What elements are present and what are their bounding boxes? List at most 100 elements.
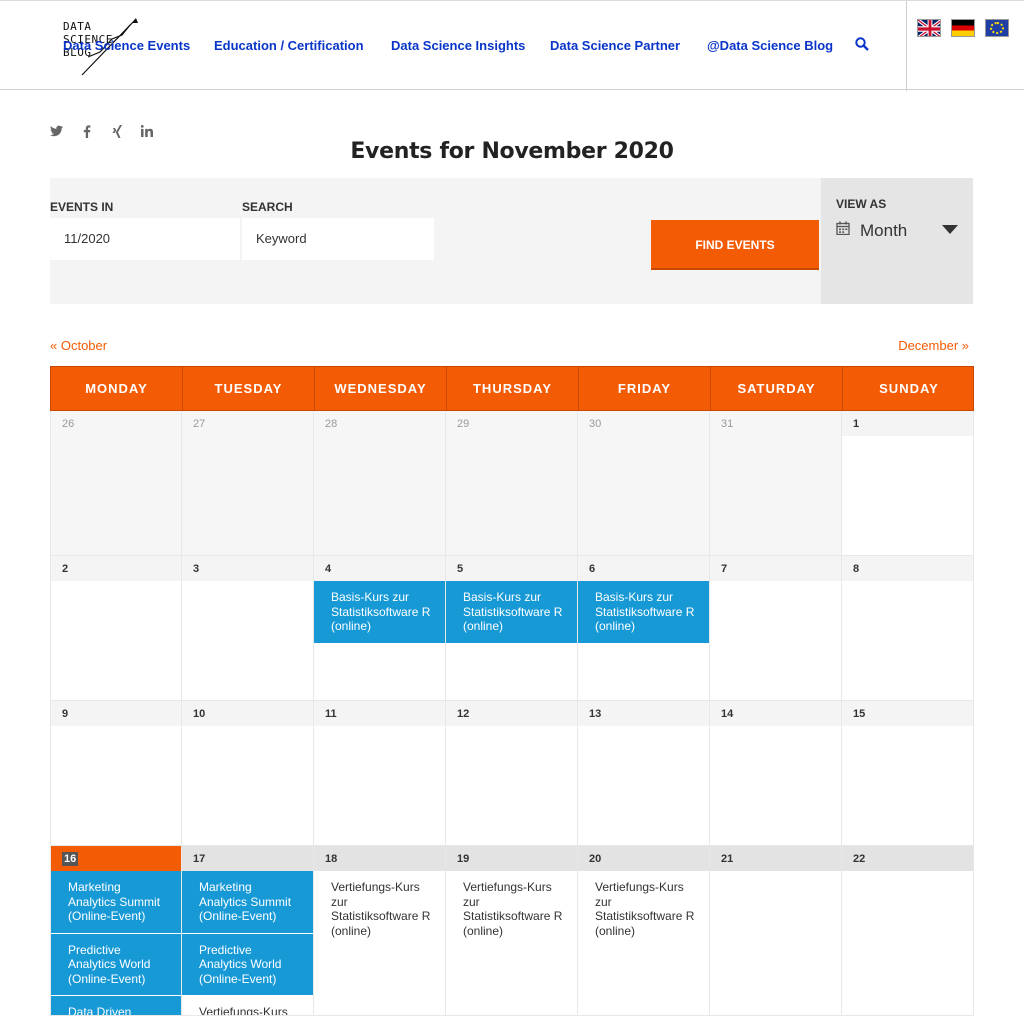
- calendar-event[interactable]: Vertiefungs-Kurs zur Statistiksoftware R…: [578, 871, 709, 947]
- day-number: 29: [446, 411, 577, 436]
- weekday-tuesday: TUESDAY: [183, 367, 315, 411]
- calendar-day[interactable]: 1: [842, 411, 974, 556]
- calendar-event[interactable]: Basis-Kurs zur Statistiksoftware R (onli…: [446, 581, 577, 644]
- calendar-week: 9 10 11 12 13 14 15: [50, 701, 974, 846]
- calendar-day[interactable]: 19 Vertiefungs-Kurs zur Statistiksoftware…: [446, 846, 578, 1016]
- search-label: SEARCH: [242, 200, 293, 214]
- search-icon[interactable]: [855, 37, 869, 51]
- calendar-day[interactable]: 28: [314, 411, 446, 556]
- uk-flag-icon[interactable]: [917, 19, 941, 37]
- day-number: 13: [578, 701, 709, 726]
- calendar-day[interactable]: 21: [710, 846, 842, 1016]
- calendar-event[interactable]: Basis-Kurs zur Statistiksoftware R (onli…: [314, 581, 445, 644]
- top-header: DATA SCIENCE BLOG Data Science Events Ed…: [0, 0, 1024, 91]
- calendar-day[interactable]: 26: [50, 411, 182, 556]
- next-month-link[interactable]: December »: [898, 338, 969, 353]
- calendar-day[interactable]: 13: [578, 701, 710, 846]
- day-number: 19: [446, 846, 577, 871]
- calendar-day[interactable]: 22: [842, 846, 974, 1016]
- weekday-friday: FRIDAY: [579, 367, 711, 411]
- weekday-thursday: THURSDAY: [447, 367, 579, 411]
- day-number: 10: [182, 701, 313, 726]
- calendar-day[interactable]: 3: [182, 556, 314, 701]
- day-number: 31: [710, 411, 841, 436]
- calendar-event[interactable]: Predictive Analytics World (Online-Event…: [182, 933, 313, 996]
- view-as-selector[interactable]: VIEW AS Month: [821, 178, 973, 304]
- header-divider: [906, 1, 907, 91]
- calendar-event[interactable]: Vertiefungs-Kurs: [182, 996, 313, 1015]
- day-number: 6: [578, 556, 709, 581]
- calendar-day[interactable]: 29: [446, 411, 578, 556]
- weekday-header: MONDAY TUESDAY WEDNESDAY THURSDAY FRIDAY…: [50, 366, 974, 411]
- day-number: 7: [710, 556, 841, 581]
- calendar-day[interactable]: 12: [446, 701, 578, 846]
- event-filter-bar: EVENTS IN 11/2020 SEARCH Keyword FIND EV…: [50, 178, 973, 304]
- weekday-sunday: SUNDAY: [879, 381, 939, 396]
- day-number: 14: [710, 701, 841, 726]
- calendar-day[interactable]: 15: [842, 701, 974, 846]
- day-number: 26: [51, 411, 181, 436]
- day-number: 18: [314, 846, 445, 871]
- events-in-label: EVENTS IN: [50, 200, 114, 214]
- calendar-event[interactable]: Basis-Kurs zur Statistiksoftware R (onli…: [578, 581, 709, 644]
- day-number: 17: [182, 846, 313, 871]
- germany-flag-icon[interactable]: [951, 19, 975, 37]
- calendar-day[interactable]: 6 Basis-Kurs zur Statistiksoftware R (onl…: [578, 556, 710, 701]
- calendar-day[interactable]: 20 Vertiefungs-Kurs zur Statistiksoftware…: [578, 846, 710, 1016]
- calendar-day[interactable]: 17 Marketing Analytics Summit (Online-Eve…: [182, 846, 314, 1016]
- nav-data-science-partner[interactable]: Data Science Partner: [550, 38, 680, 53]
- calendar-day[interactable]: 2: [50, 556, 182, 701]
- calendar-day[interactable]: 5 Basis-Kurs zur Statistiksoftware R (onl…: [446, 556, 578, 701]
- day-number: 22: [842, 846, 973, 871]
- calendar-event[interactable]: Marketing Analytics Summit (Online-Event…: [51, 871, 181, 934]
- nav-data-science-blog[interactable]: @Data Science Blog: [707, 38, 833, 53]
- calendar-day[interactable]: 31: [710, 411, 842, 556]
- calendar-event[interactable]: Vertiefungs-Kurs zur Statistiksoftware R…: [314, 871, 445, 947]
- calendar-icon: [836, 221, 850, 236]
- day-number: 21: [710, 846, 841, 871]
- nav-data-science-events[interactable]: Data Science Events: [63, 38, 190, 53]
- nav-data-science-insights[interactable]: Data Science Insights: [391, 38, 525, 53]
- day-number: 16: [51, 846, 181, 871]
- calendar-day[interactable]: 14: [710, 701, 842, 846]
- calendar-day[interactable]: 27: [182, 411, 314, 556]
- view-as-label: VIEW AS: [836, 197, 887, 211]
- calendar-week: 26 27 28 29 30 31 1: [50, 411, 974, 556]
- calendar-week: 2 3 4 Basis-Kurs zur Statistiksoftware R (o…: [50, 556, 974, 701]
- day-number: 9: [51, 701, 181, 726]
- day-number: 20: [578, 846, 709, 871]
- day-number: 8: [842, 556, 973, 581]
- day-number: 27: [182, 411, 313, 436]
- day-number: 1: [842, 411, 973, 436]
- day-number: 12: [446, 701, 577, 726]
- calendar-day[interactable]: 30: [578, 411, 710, 556]
- day-number: 2: [51, 556, 181, 581]
- month-calendar: MONDAY TUESDAY WEDNESDAY THURSDAY FRIDAY…: [50, 366, 974, 1016]
- eu-flag-icon[interactable]: [985, 19, 1009, 37]
- day-number: 3: [182, 556, 313, 581]
- calendar-event[interactable]: Marketing Analytics Summit (Online-Event…: [182, 871, 313, 934]
- calendar-day[interactable]: 16 Marketing Analytics Summit (Online-Eve…: [50, 846, 182, 1016]
- calendar-day[interactable]: 4 Basis-Kurs zur Statistiksoftware R (onl…: [314, 556, 446, 701]
- day-number: 11: [314, 701, 445, 726]
- page-title: Events for November 2020: [350, 139, 674, 164]
- nav-education-certification[interactable]: Education / Certification: [214, 38, 364, 53]
- calendar-event[interactable]: Predictive Analytics World (Online-Event…: [51, 933, 181, 996]
- calendar-day[interactable]: 11: [314, 701, 446, 846]
- weekday-saturday: SATURDAY: [711, 367, 843, 411]
- events-in-input[interactable]: 11/2020: [50, 218, 240, 260]
- calendar-event[interactable]: Vertiefungs-Kurs zur Statistiksoftware R…: [446, 871, 577, 947]
- calendar-day[interactable]: 10: [182, 701, 314, 846]
- calendar-day[interactable]: 9: [50, 701, 182, 846]
- calendar-event[interactable]: Data Driven: [51, 996, 181, 1015]
- previous-month-link[interactable]: « October: [50, 338, 107, 353]
- view-as-value: Month: [860, 221, 908, 240]
- weekday-monday: MONDAY: [51, 367, 183, 411]
- find-events-button[interactable]: FIND EVENTS: [651, 220, 819, 270]
- keyword-search-input[interactable]: Keyword: [242, 218, 434, 260]
- day-number: 15: [842, 701, 973, 726]
- calendar-day[interactable]: 7: [710, 556, 842, 701]
- language-switcher: [917, 19, 1009, 37]
- calendar-day[interactable]: 18 Vertiefungs-Kurs zur Statistiksoftware…: [314, 846, 446, 1016]
- calendar-day[interactable]: 8: [842, 556, 974, 701]
